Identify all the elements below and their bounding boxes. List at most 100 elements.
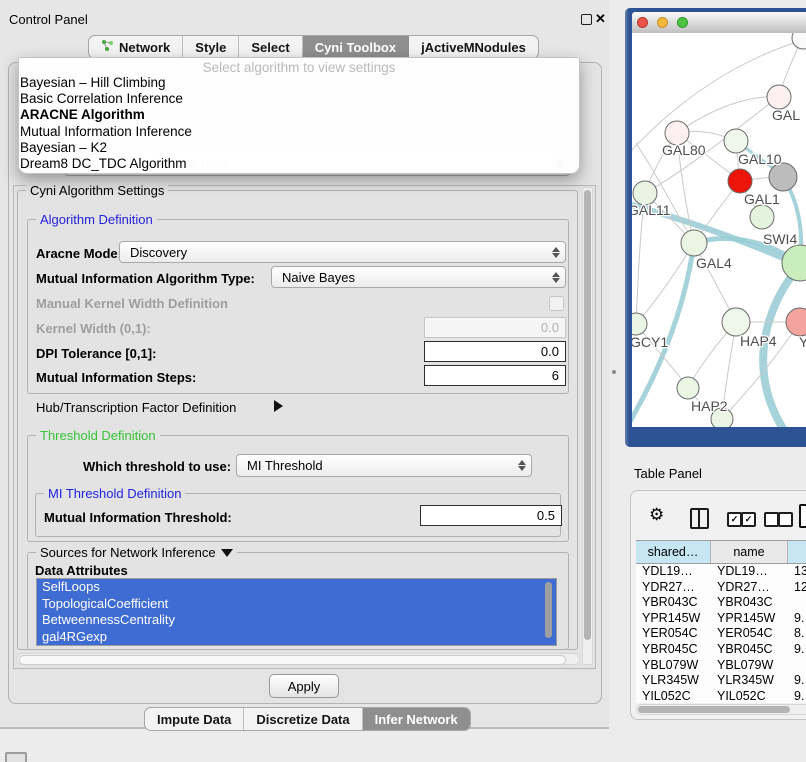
network-node[interactable] [769, 163, 797, 191]
deselect-all-checkbox-icon2[interactable] [778, 512, 793, 527]
mi-threshold-group-title: MI Threshold Definition [44, 486, 185, 501]
tab-label: Select [251, 40, 289, 55]
network-node-hap4[interactable] [722, 308, 750, 336]
tab-network[interactable]: Network [89, 36, 183, 58]
which-threshold-label: Which threshold to use: [83, 459, 231, 474]
attribute-item-selfloops[interactable]: SelfLoops [37, 579, 556, 596]
algorithm-option-dream8-dc-tdc-algorithm[interactable]: Dream8 DC_TDC Algorithm [19, 156, 579, 172]
algorithm-option-bayesian-k2[interactable]: Bayesian – K2 [19, 140, 579, 156]
gear-icon[interactable]: ⚙ [649, 505, 664, 525]
divider-handle-icon[interactable] [612, 370, 616, 374]
network-node-gal1[interactable] [728, 169, 752, 193]
table-row[interactable]: YBL079WYBL079W [636, 658, 806, 674]
network-node-gal4[interactable] [681, 230, 707, 256]
select-all-checkbox-icon2[interactable]: ✓ [741, 512, 756, 527]
tab-infer-network[interactable]: Infer Network [363, 708, 470, 730]
network-node-swi4[interactable] [782, 245, 806, 281]
minimize-traffic-light[interactable] [657, 17, 668, 28]
tab-cyni-toolbox[interactable]: Cyni Toolbox [303, 36, 409, 58]
table-row[interactable]: YDL19…YDL19…13 [636, 564, 806, 580]
node-label-swi4: SWI4 [763, 231, 797, 247]
float-window-icon[interactable] [581, 14, 592, 25]
column-header-shared[interactable]: shared… [636, 540, 711, 564]
attribute-item-gal4rgexp[interactable]: gal4RGexp [37, 629, 556, 646]
algorithm-option-aracne-algorithm[interactable]: ARACNE Algorithm [19, 107, 579, 123]
expand-right-icon[interactable] [274, 400, 283, 412]
column-header-name[interactable]: name [711, 540, 788, 564]
table-rows: YDL19…YDL19…13YDR27…YDR27…12YBR043CYBR04… [636, 564, 806, 703]
mi-type-combo[interactable]: Naive Bayes [271, 266, 566, 288]
node-label-gal80: GAL80 [662, 142, 706, 158]
tab-jactivemnodules[interactable]: jActiveMNodules [409, 36, 538, 58]
aracne-mode-value: Discovery [130, 245, 547, 260]
tab-label: Network [119, 40, 170, 55]
split-columns-icon[interactable] [690, 508, 709, 529]
node-label-gal10: GAL10 [738, 151, 782, 167]
zoom-traffic-light[interactable] [677, 17, 688, 28]
table-cell: YIL052C [711, 689, 788, 703]
kernel-width-field[interactable]: 0.0 [424, 317, 566, 338]
table-cell: YDR27… [711, 580, 788, 596]
algorithm-option-mutual-information-inference[interactable]: Mutual Information Inference [19, 124, 579, 140]
mi-steps-field[interactable]: 6 [424, 365, 566, 386]
table-cell: YLR345W [636, 673, 711, 689]
panel-title: Control Panel [9, 12, 88, 27]
table-row[interactable]: YBR045CYBR045C9. [636, 642, 806, 658]
network-node[interactable] [792, 33, 806, 49]
settings-vertical-scrollbar-thumb[interactable] [584, 190, 591, 640]
network-node-hap2[interactable] [677, 377, 699, 399]
close-icon[interactable]: ✕ [595, 11, 606, 27]
document-icon[interactable] [799, 504, 806, 528]
which-threshold-combo[interactable]: MI Threshold [236, 454, 532, 477]
network-node[interactable] [750, 205, 774, 229]
tab-impute-data[interactable]: Impute Data [145, 708, 244, 730]
hub-section-label[interactable]: Hub/Transcription Factor Definition [36, 400, 236, 415]
sources-group-title[interactable]: Sources for Network Inference [40, 545, 216, 560]
mi-type-label: Mutual Information Algorithm Type: [36, 271, 255, 286]
table-row[interactable]: YPR145WYPR145W9. [636, 611, 806, 627]
table-row[interactable]: YBR043CYBR043C [636, 595, 806, 611]
tab-style[interactable]: Style [183, 36, 239, 58]
attribute-item-betweennesscentrality[interactable]: BetweennessCentrality [37, 612, 556, 629]
table-cell: YDR27… [636, 580, 711, 596]
tab-discretize-data[interactable]: Discretize Data [244, 708, 362, 730]
close-traffic-light[interactable] [637, 17, 648, 28]
manual-kernel-checkbox[interactable] [549, 296, 564, 311]
table-row[interactable]: YDR27…YDR27…12 [636, 580, 806, 596]
table-row[interactable]: YLR345WYLR345W9. [636, 673, 806, 689]
attribute-item-topologicalcoefficient[interactable]: TopologicalCoefficient [37, 596, 556, 613]
table-cell: YLR345W [711, 673, 788, 689]
stepper-arrows-icon [547, 272, 565, 283]
network-node-y[interactable] [786, 308, 806, 336]
table-cell: YIL052C [636, 689, 711, 703]
settings-horizontal-scrollbar-thumb[interactable] [19, 655, 566, 665]
aracne-mode-combo[interactable]: Discovery [119, 241, 566, 263]
mi-type-value: Naive Bayes [282, 270, 547, 285]
tab-select[interactable]: Select [239, 36, 302, 58]
table-cell: YBR045C [711, 642, 788, 658]
apply-button[interactable]: Apply [269, 674, 339, 698]
algorithm-option-basic-correlation-inference[interactable]: Basic Correlation Inference [19, 91, 579, 107]
tab-label: Impute Data [157, 712, 231, 727]
manual-kernel-label: Manual Kernel Width Definition [36, 296, 228, 311]
dpi-tolerance-field[interactable]: 0.0 [424, 341, 566, 362]
algorithm-option-bayesian-hill-climbing[interactable]: Bayesian – Hill Climbing [19, 75, 579, 91]
table-row[interactable]: YER054CYER054C8. [636, 626, 806, 642]
select-all-checkbox-icon[interactable]: ✓ [727, 512, 742, 527]
attributes-list-scrollbar-thumb[interactable] [545, 582, 552, 638]
table-row[interactable]: YIL052CYIL052C9. [636, 689, 806, 703]
table-cell: 12 [788, 580, 806, 596]
mi-threshold-field[interactable]: 0.5 [420, 505, 562, 526]
table-horizontal-scrollbar-thumb[interactable] [638, 706, 790, 713]
network-edge[interactable] [677, 97, 778, 133]
which-threshold-value: MI Threshold [247, 458, 513, 473]
network-node-gal10[interactable] [724, 129, 748, 153]
network-node-gcy1[interactable] [632, 313, 647, 335]
column-header-col2[interactable] [788, 540, 806, 564]
collapsed-panel-icon[interactable] [5, 752, 27, 762]
network-node-gal[interactable] [767, 85, 791, 109]
collapse-down-icon[interactable] [221, 549, 233, 557]
table-cell: YER054C [636, 626, 711, 642]
deselect-all-checkbox-icon[interactable] [764, 512, 779, 527]
network-canvas[interactable]: GALGAL80GAL10GAL1GAL11SWI4GAL4GCY1HAP4YH… [632, 33, 806, 427]
